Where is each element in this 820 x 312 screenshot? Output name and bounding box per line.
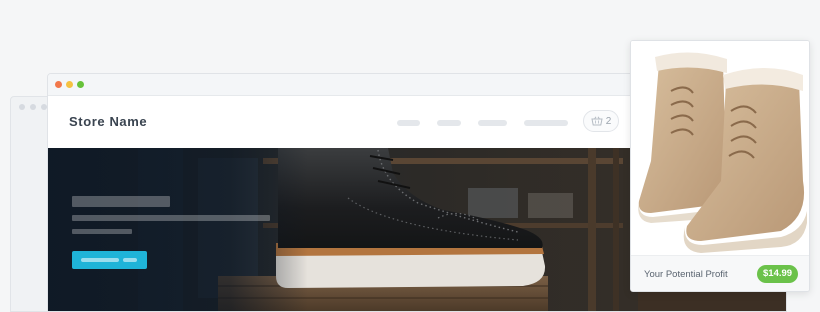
nav-item[interactable] [397, 120, 420, 126]
minimize-dot[interactable] [66, 81, 73, 88]
window-controls [19, 104, 47, 110]
boots-image [631, 41, 809, 255]
nav-item[interactable] [524, 120, 568, 126]
hero-subtitle-placeholder [72, 229, 132, 234]
nav-item[interactable] [478, 120, 507, 126]
product-image [631, 41, 809, 255]
price-badge: $14.99 [757, 265, 799, 283]
maximize-dot[interactable] [77, 81, 84, 88]
cart-count: 2 [605, 115, 612, 127]
hero-cta-button[interactable] [72, 251, 147, 269]
profit-label: Your Potential Profit [644, 269, 728, 280]
basket-icon [591, 116, 603, 126]
nav-item[interactable] [437, 120, 461, 126]
product-card-footer: Your Potential Profit $14.99 [631, 255, 809, 291]
product-card[interactable]: Your Potential Profit $14.99 [630, 40, 810, 292]
window-controls [55, 81, 84, 88]
hero-title-placeholder [72, 196, 170, 207]
hero-subtitle-placeholder [72, 215, 270, 221]
store-name[interactable]: Store Name [69, 114, 147, 129]
cart-button[interactable]: 2 [583, 110, 619, 132]
close-dot[interactable] [55, 81, 62, 88]
nav-menu [397, 120, 568, 126]
